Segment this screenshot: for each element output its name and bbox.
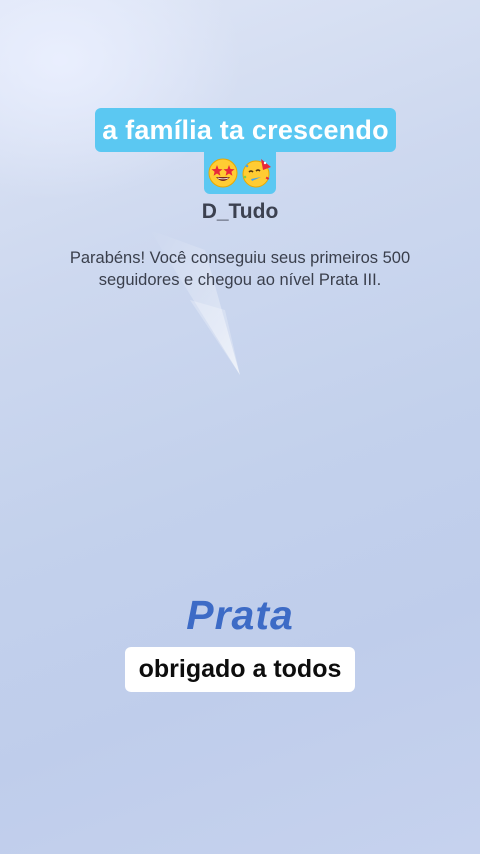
caption-bottom: obrigado a todos xyxy=(125,647,355,692)
partying-face-emoji-icon xyxy=(241,157,273,189)
caption-top-text: a família ta crescendo xyxy=(102,114,389,145)
username: D_Tudo xyxy=(201,200,279,223)
achievement-message: Parabéns! Você conseguiu seus primeiros … xyxy=(69,249,411,289)
caption-top: a família ta crescendo xyxy=(95,108,396,152)
caption-emoji-row xyxy=(204,152,276,194)
star-struck-emoji-icon xyxy=(207,157,239,189)
level-badge-title: Prata xyxy=(186,592,294,638)
caption-bottom-text: obrigado a todos xyxy=(138,655,342,683)
